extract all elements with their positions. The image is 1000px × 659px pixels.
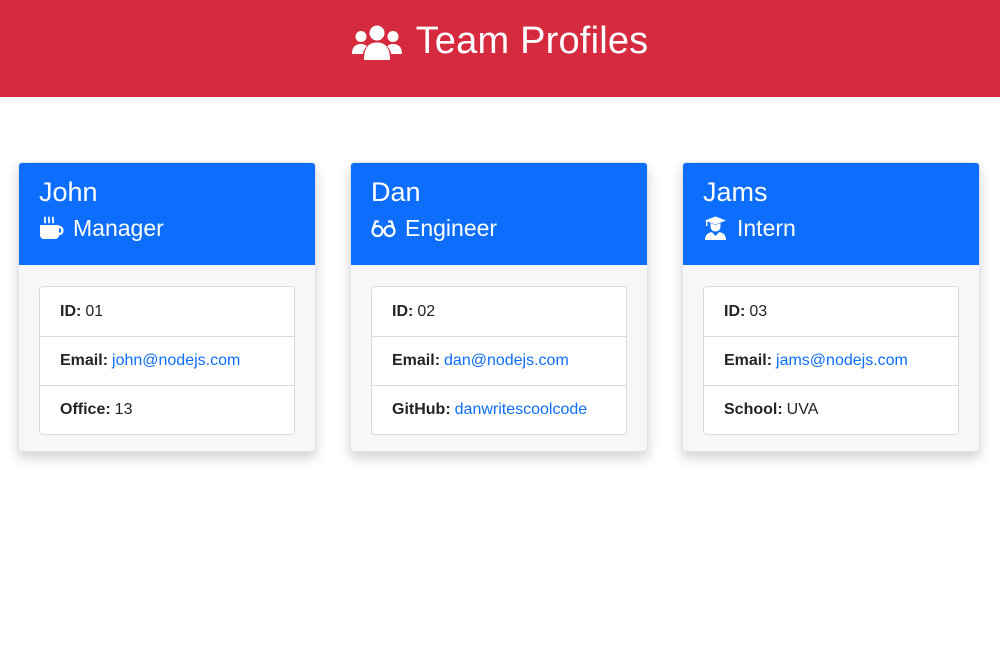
- id-label: ID:: [724, 302, 746, 320]
- email-label: Email:: [724, 352, 773, 369]
- email-link[interactable]: john@nodejs.com: [112, 352, 240, 370]
- role-label: Intern: [737, 215, 796, 241]
- email-label: Email:: [392, 352, 441, 369]
- id-value: 01: [85, 302, 104, 320]
- github-label: GitHub:: [392, 401, 451, 418]
- detail-school: School: UVA: [704, 385, 958, 434]
- page-header: Team Profiles: [0, 0, 1000, 97]
- office-value: 13: [114, 401, 133, 418]
- graduate-icon: [705, 216, 726, 240]
- employee-card: John Manager ID: 01 Email: john@nodejs.c…: [18, 162, 316, 452]
- email-label: Email:: [60, 352, 109, 369]
- employee-card: Jams Intern ID: 03 Email: jams@nodejs.co…: [682, 162, 980, 452]
- school-label: School:: [724, 401, 783, 418]
- detail-email: Email: dan@nodejs.com: [372, 336, 626, 385]
- office-label: Office:: [60, 401, 111, 418]
- employee-card: Dan Engineer ID: 02 Email: dan@nodejs.co…: [350, 162, 648, 452]
- detail-email: Email: john@nodejs.com: [40, 336, 294, 385]
- brand: Team Profiles: [351, 20, 649, 63]
- id-value: 02: [417, 302, 436, 320]
- employee-role: Manager: [39, 214, 295, 242]
- id-value: 03: [749, 302, 768, 320]
- id-label: ID:: [60, 302, 82, 320]
- employee-role: Engineer: [371, 214, 627, 242]
- details-list: ID: 01 Email: john@nodejs.com Office: 13: [39, 286, 295, 435]
- employee-name: Jams: [703, 177, 768, 207]
- id-label: ID:: [392, 302, 414, 320]
- detail-id: ID: 01: [40, 287, 294, 336]
- detail-email: Email: jams@nodejs.com: [704, 336, 958, 385]
- card-header: Jams Intern: [683, 163, 979, 265]
- glasses-icon: [371, 220, 396, 238]
- employee-name: John: [39, 177, 98, 207]
- card-header: John Manager: [19, 163, 315, 265]
- employee-role: Intern: [703, 214, 959, 242]
- detail-id: ID: 02: [372, 287, 626, 336]
- detail-id: ID: 03: [704, 287, 958, 336]
- email-link[interactable]: dan@nodejs.com: [444, 352, 569, 370]
- school-value: UVA: [786, 401, 819, 418]
- employee-name: Dan: [371, 177, 421, 207]
- details-list: ID: 03 Email: jams@nodejs.com School: UV…: [703, 286, 959, 435]
- users-icon: [351, 25, 402, 60]
- email-link[interactable]: jams@nodejs.com: [776, 352, 908, 370]
- github-link[interactable]: danwritescoolcode: [455, 401, 588, 419]
- detail-office: Office: 13: [40, 385, 294, 434]
- role-label: Manager: [73, 215, 164, 241]
- coffee-mug-icon: [40, 216, 64, 239]
- role-label: Engineer: [405, 215, 498, 241]
- page-title: Team Profiles: [415, 20, 649, 62]
- detail-github: GitHub: danwritescoolcode: [372, 385, 626, 434]
- card-header: Dan Engineer: [351, 163, 647, 265]
- details-list: ID: 02 Email: dan@nodejs.com GitHub: dan…: [371, 286, 627, 435]
